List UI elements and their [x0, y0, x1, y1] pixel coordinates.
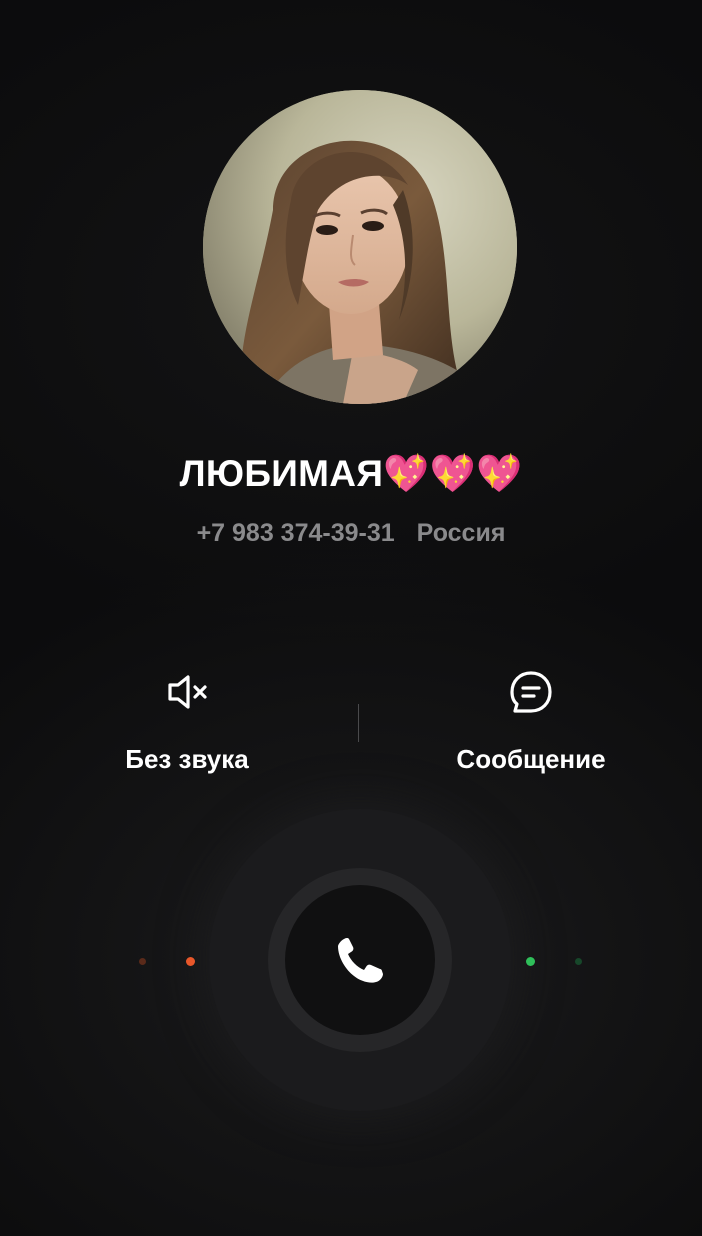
incoming-call-screen: ЛЮБИМАЯ💖💖💖 +7 983 374-39-31 Россия Без зв…	[0, 0, 702, 1236]
chat-bubble-icon	[510, 671, 552, 713]
message-button[interactable]: Сообщение	[401, 668, 661, 775]
mute-label: Без звука	[125, 744, 249, 774]
heart-emoji: 💖💖💖	[383, 452, 523, 495]
decline-hint-dot-near	[186, 957, 195, 966]
speaker-mute-icon	[168, 675, 207, 709]
avatar-photo	[203, 90, 517, 404]
decline-hint-dot-far	[139, 958, 146, 965]
message-label: Сообщение	[456, 744, 606, 774]
phone-number: +7 983 374-39-31	[196, 519, 395, 547]
phone-handset-icon	[338, 938, 383, 983]
mute-button[interactable]: Без звука	[57, 668, 317, 775]
contact-avatar	[203, 90, 517, 404]
answer-slider-handle[interactable]	[285, 885, 435, 1035]
contact-country: Россия	[416, 519, 506, 547]
actions-divider	[358, 704, 359, 742]
accept-hint-dot-far	[575, 958, 582, 965]
accept-hint-dot-near	[526, 957, 535, 966]
contact-name: ЛЮБИМАЯ💖💖💖	[0, 452, 702, 496]
contact-details: +7 983 374-39-31 Россия	[0, 519, 702, 548]
contact-name-text: ЛЮБИМАЯ	[179, 453, 384, 494]
